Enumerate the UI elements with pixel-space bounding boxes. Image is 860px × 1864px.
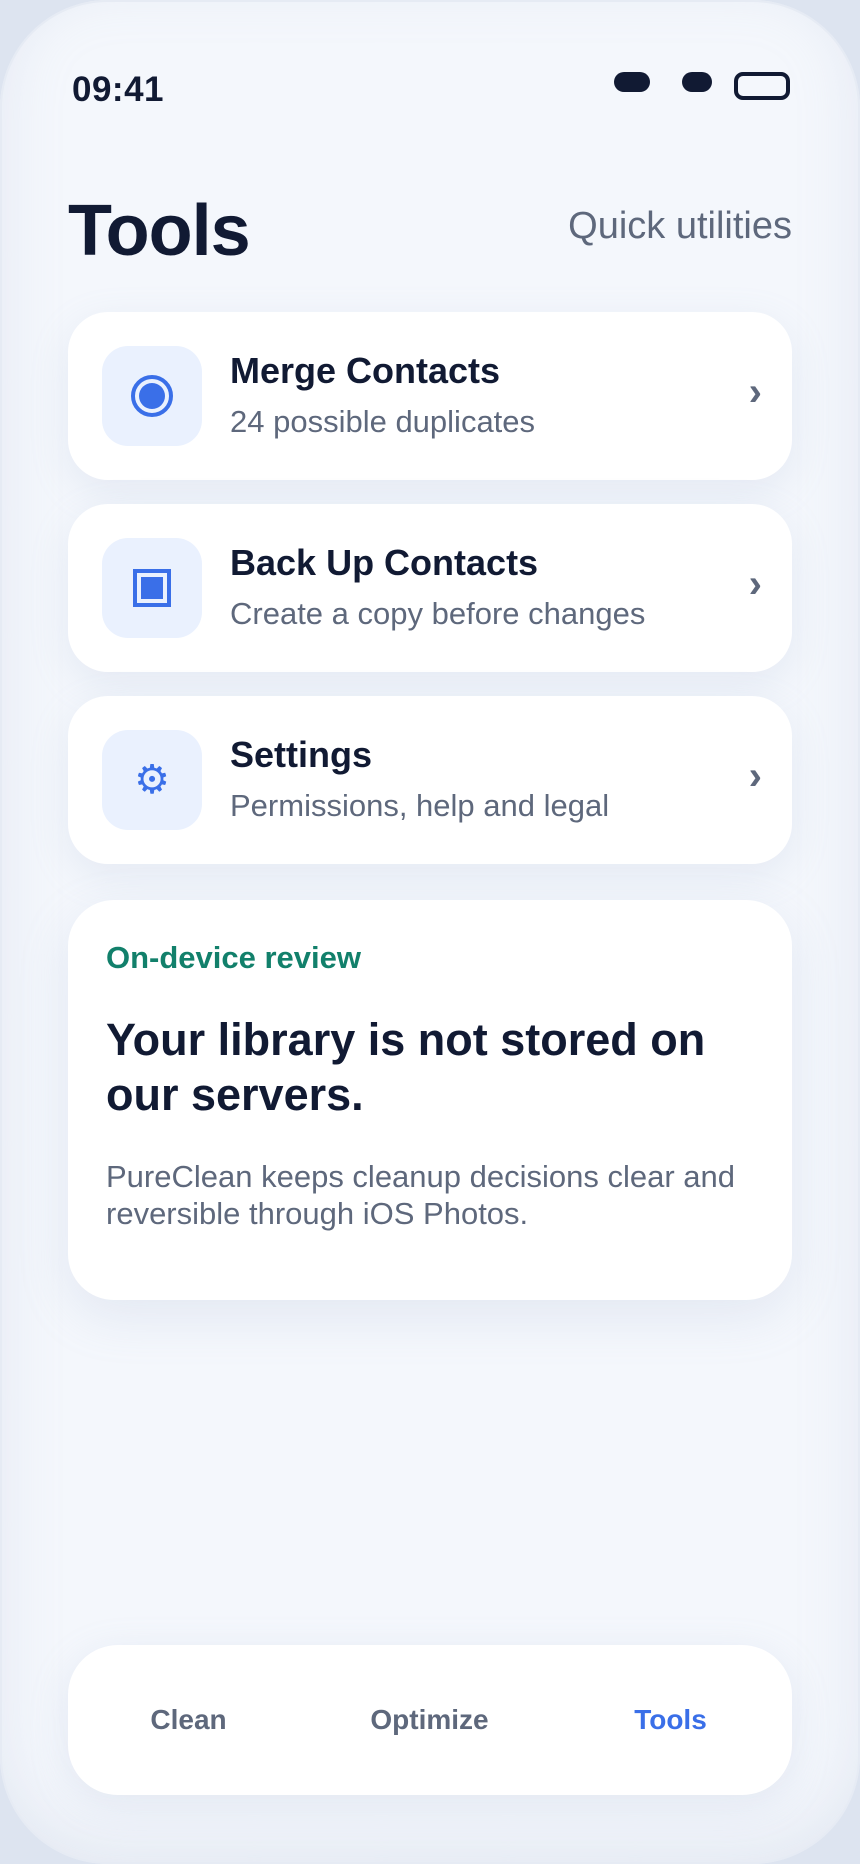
privacy-info-card: On-device review Your library is not sto… (68, 900, 792, 1300)
tab-clean[interactable]: Clean (68, 1645, 309, 1795)
merge-contacts-description: 24 possible duplicates (230, 404, 536, 439)
square-stop-icon (133, 569, 171, 607)
tab-optimize[interactable]: Optimize (309, 1645, 550, 1795)
status-time: 09:41 (72, 70, 165, 109)
settings-icon-tile: ⚙ (102, 730, 202, 830)
wifi-icon (682, 72, 712, 92)
info-headline: Your library is not stored on our server… (106, 1014, 706, 1120)
app-screen: 09:41 Tools Quick utilities Merge Contac… (0, 0, 860, 1864)
radio-dot-icon (131, 375, 173, 417)
page-subtitle: Quick utilities (568, 205, 792, 247)
info-eyebrow: On-device review (106, 940, 362, 975)
settings-title: Settings (230, 734, 373, 775)
merge-contacts-icon-tile (102, 346, 202, 446)
tab-bar: Clean Optimize Tools (68, 1645, 792, 1795)
back-up-contacts-icon-tile (102, 538, 202, 638)
battery-icon (734, 72, 790, 100)
info-body: PureClean keeps cleanup decisions clear … (106, 1159, 736, 1231)
chevron-right-icon: › (748, 754, 762, 798)
back-up-contacts-description: Create a copy before changes (230, 596, 646, 631)
chevron-right-icon: › (748, 562, 762, 606)
cellular-signal-icon (614, 72, 650, 92)
back-up-contacts-title: Back Up Contacts (230, 542, 539, 583)
gear-icon: ⚙ (134, 757, 170, 803)
merge-contacts-row[interactable]: Merge Contacts 24 possible duplicates › (68, 312, 792, 480)
tab-tools[interactable]: Tools (550, 1645, 791, 1795)
merge-contacts-title: Merge Contacts (230, 350, 501, 391)
back-up-contacts-row[interactable]: Back Up Contacts Create a copy before ch… (68, 504, 792, 672)
chevron-right-icon: › (748, 370, 762, 414)
settings-row[interactable]: ⚙ Settings Permissions, help and legal › (68, 696, 792, 864)
page-title: Tools (68, 191, 251, 271)
settings-description: Permissions, help and legal (230, 788, 610, 823)
